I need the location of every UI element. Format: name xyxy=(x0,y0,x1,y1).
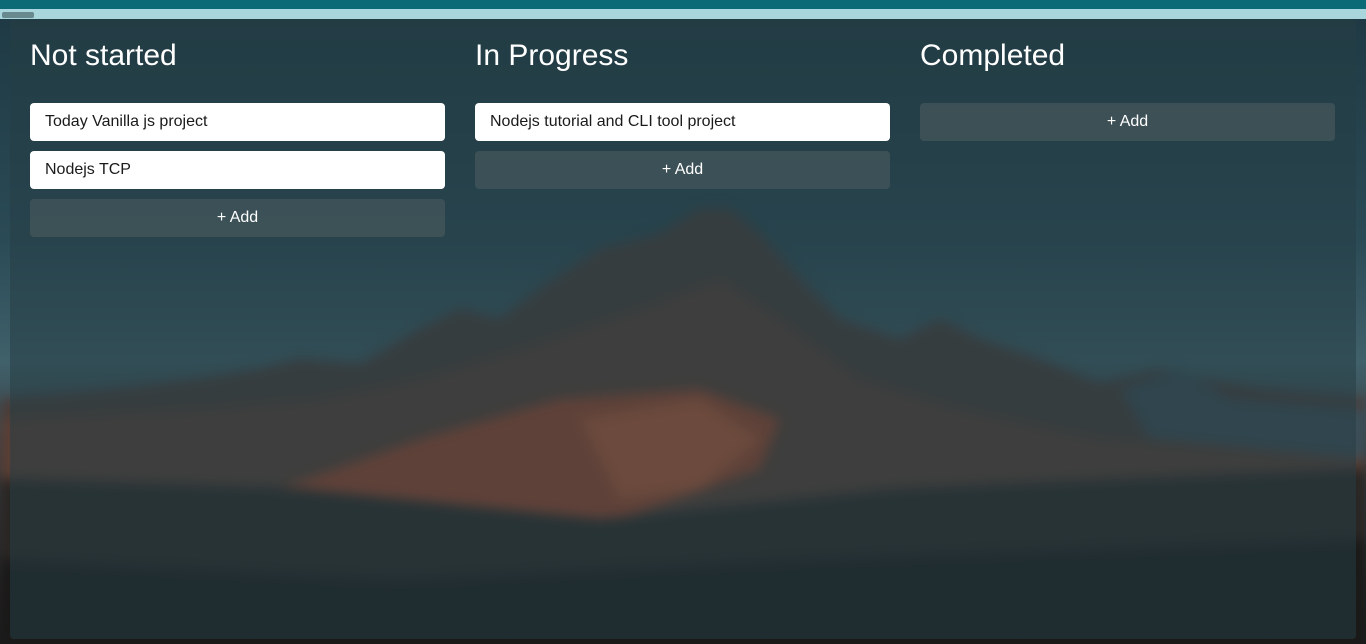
task-card[interactable]: Nodejs tutorial and CLI tool project xyxy=(475,103,890,141)
top-bar xyxy=(0,0,1366,9)
add-card-button[interactable]: + Add xyxy=(30,199,445,237)
kanban-board: Not started Today Vanilla js project Nod… xyxy=(10,19,1356,639)
task-card[interactable]: Today Vanilla js project xyxy=(30,103,445,141)
add-card-button[interactable]: + Add xyxy=(920,103,1335,141)
task-card[interactable]: Nodejs TCP xyxy=(30,151,445,189)
column-title: Completed xyxy=(920,39,1066,72)
add-card-button[interactable]: + Add xyxy=(475,151,890,189)
corner-mark xyxy=(2,12,34,18)
column-title: Not started xyxy=(30,39,177,72)
column-completed: Completed + Add xyxy=(920,19,1335,141)
column-not-started: Not started Today Vanilla js project Nod… xyxy=(30,19,445,237)
column-in-progress: In Progress Nodejs tutorial and CLI tool… xyxy=(475,19,890,189)
column-title: In Progress xyxy=(475,39,629,72)
top-bar-strip xyxy=(0,9,1366,19)
